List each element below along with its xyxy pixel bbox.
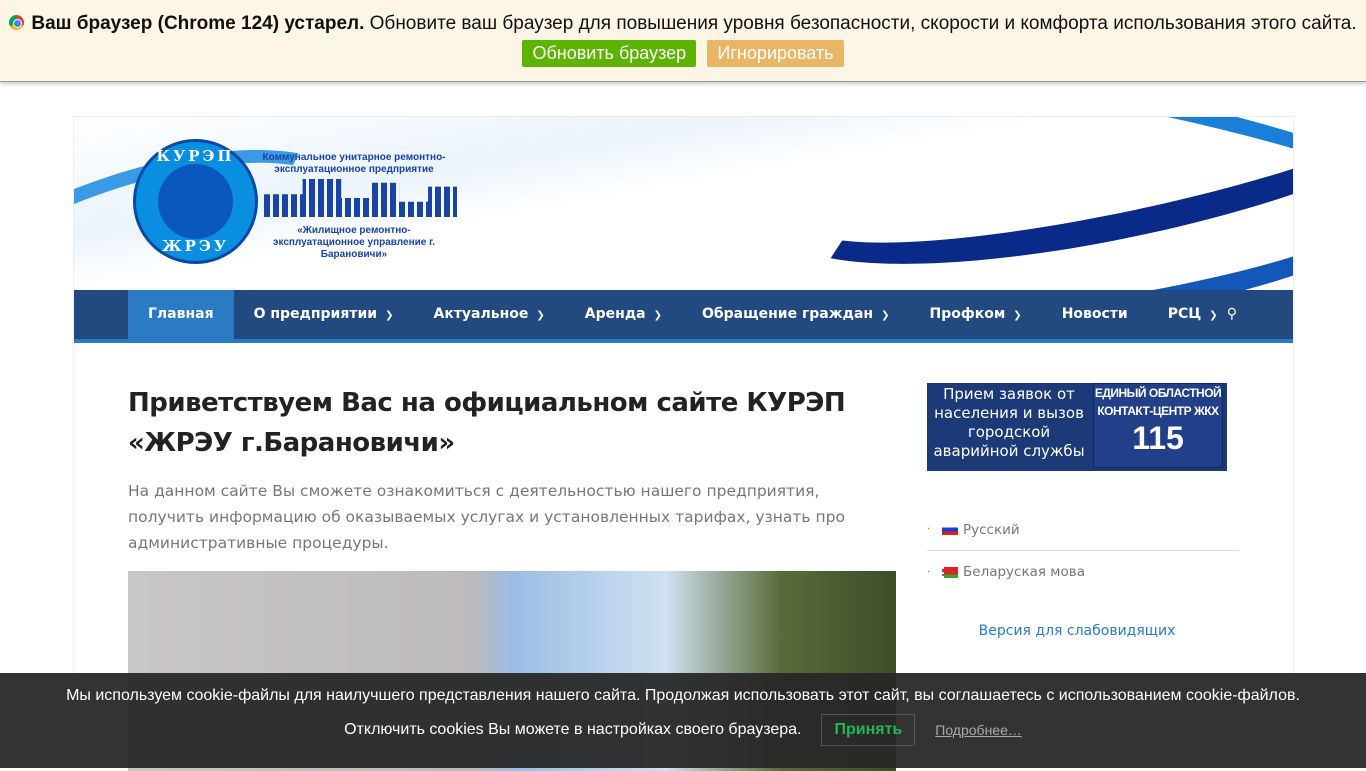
header-banner[interactable]: КУРЭП ЖРЭУ Коммунальное унитарное ремонт…	[74, 117, 1293, 290]
chevron-down-icon: ❯	[881, 310, 890, 321]
chrome-icon	[9, 15, 25, 30]
cookie-disable-text: Отключить cookies Вы можете в настройках…	[344, 721, 802, 738]
chevron-down-icon: ❯	[1013, 310, 1022, 321]
nav-about[interactable]: О предприятии ❯	[234, 290, 414, 339]
lang-russian[interactable]: · Русский	[927, 509, 1239, 551]
language-list: · Русский · Беларуская мова	[927, 509, 1239, 593]
main-nav: Главная О предприятии ❯ Актуальное ❯ Аренд…	[74, 290, 1293, 343]
nav-rent[interactable]: Аренда ❯	[565, 290, 682, 339]
outdated-browser-bar: Ваш браузер (Chrome 124) устарел. Обнови…	[0, 0, 1366, 82]
logo-org-type: Коммунальное унитарное ремонтно-эксплуат…	[262, 152, 446, 175]
nav-news[interactable]: Новости	[1042, 290, 1148, 339]
logo-org-name: «Жилищное ремонтно-эксплуатационное упра…	[272, 225, 436, 260]
belarus-flag-icon	[942, 566, 958, 578]
chevron-down-icon: ❯	[385, 310, 394, 321]
emergency-service-banner[interactable]: Прием заявок от населения и вызов городс…	[927, 383, 1227, 471]
chevron-down-icon: ❯	[653, 310, 662, 321]
more-info-link[interactable]: Подробнее…	[935, 722, 1022, 738]
outdated-title: Ваш браузер (Chrome 124) устарел.	[31, 13, 365, 34]
nav-rsc[interactable]: РСЦ ❯	[1148, 290, 1238, 339]
cookie-banner: Мы используем cookie-файлы для наилучшег…	[0, 673, 1366, 768]
chevron-down-icon: ❯	[1209, 310, 1218, 321]
lang-belarusian[interactable]: · Беларуская мова	[927, 551, 1239, 593]
accept-cookies-button[interactable]: Принять	[821, 714, 916, 746]
sidebar: Прием заявок от населения и вызов городс…	[927, 383, 1239, 639]
ignore-button[interactable]: Игнорировать	[707, 40, 844, 67]
cookie-text: Мы используем cookie-файлы для наилучшег…	[66, 687, 1300, 704]
outdated-text: Обновите ваш браузер для повышения уровн…	[364, 13, 1357, 34]
intro-text: На данном сайте Вы сможете ознакомиться …	[128, 482, 845, 552]
page-container: КУРЭП ЖРЭУ Коммунальное унитарное ремонт…	[73, 116, 1294, 771]
chevron-down-icon: ❯	[536, 310, 545, 321]
update-browser-button[interactable]: Обновить браузер	[522, 40, 697, 67]
nav-union[interactable]: Профком ❯	[909, 290, 1041, 339]
low-vision-link[interactable]: Версия для слабовидящих	[927, 623, 1227, 639]
russia-flag-icon	[942, 524, 958, 535]
nav-actual[interactable]: Актуальное ❯	[413, 290, 564, 339]
page-title: Приветствуем Вас на официальном сайте КУ…	[128, 388, 846, 458]
nav-home[interactable]: Главная	[128, 290, 234, 339]
nav-appeals[interactable]: Обращение граждан ❯	[682, 290, 910, 339]
search-icon[interactable]: ⚲	[1227, 290, 1237, 339]
